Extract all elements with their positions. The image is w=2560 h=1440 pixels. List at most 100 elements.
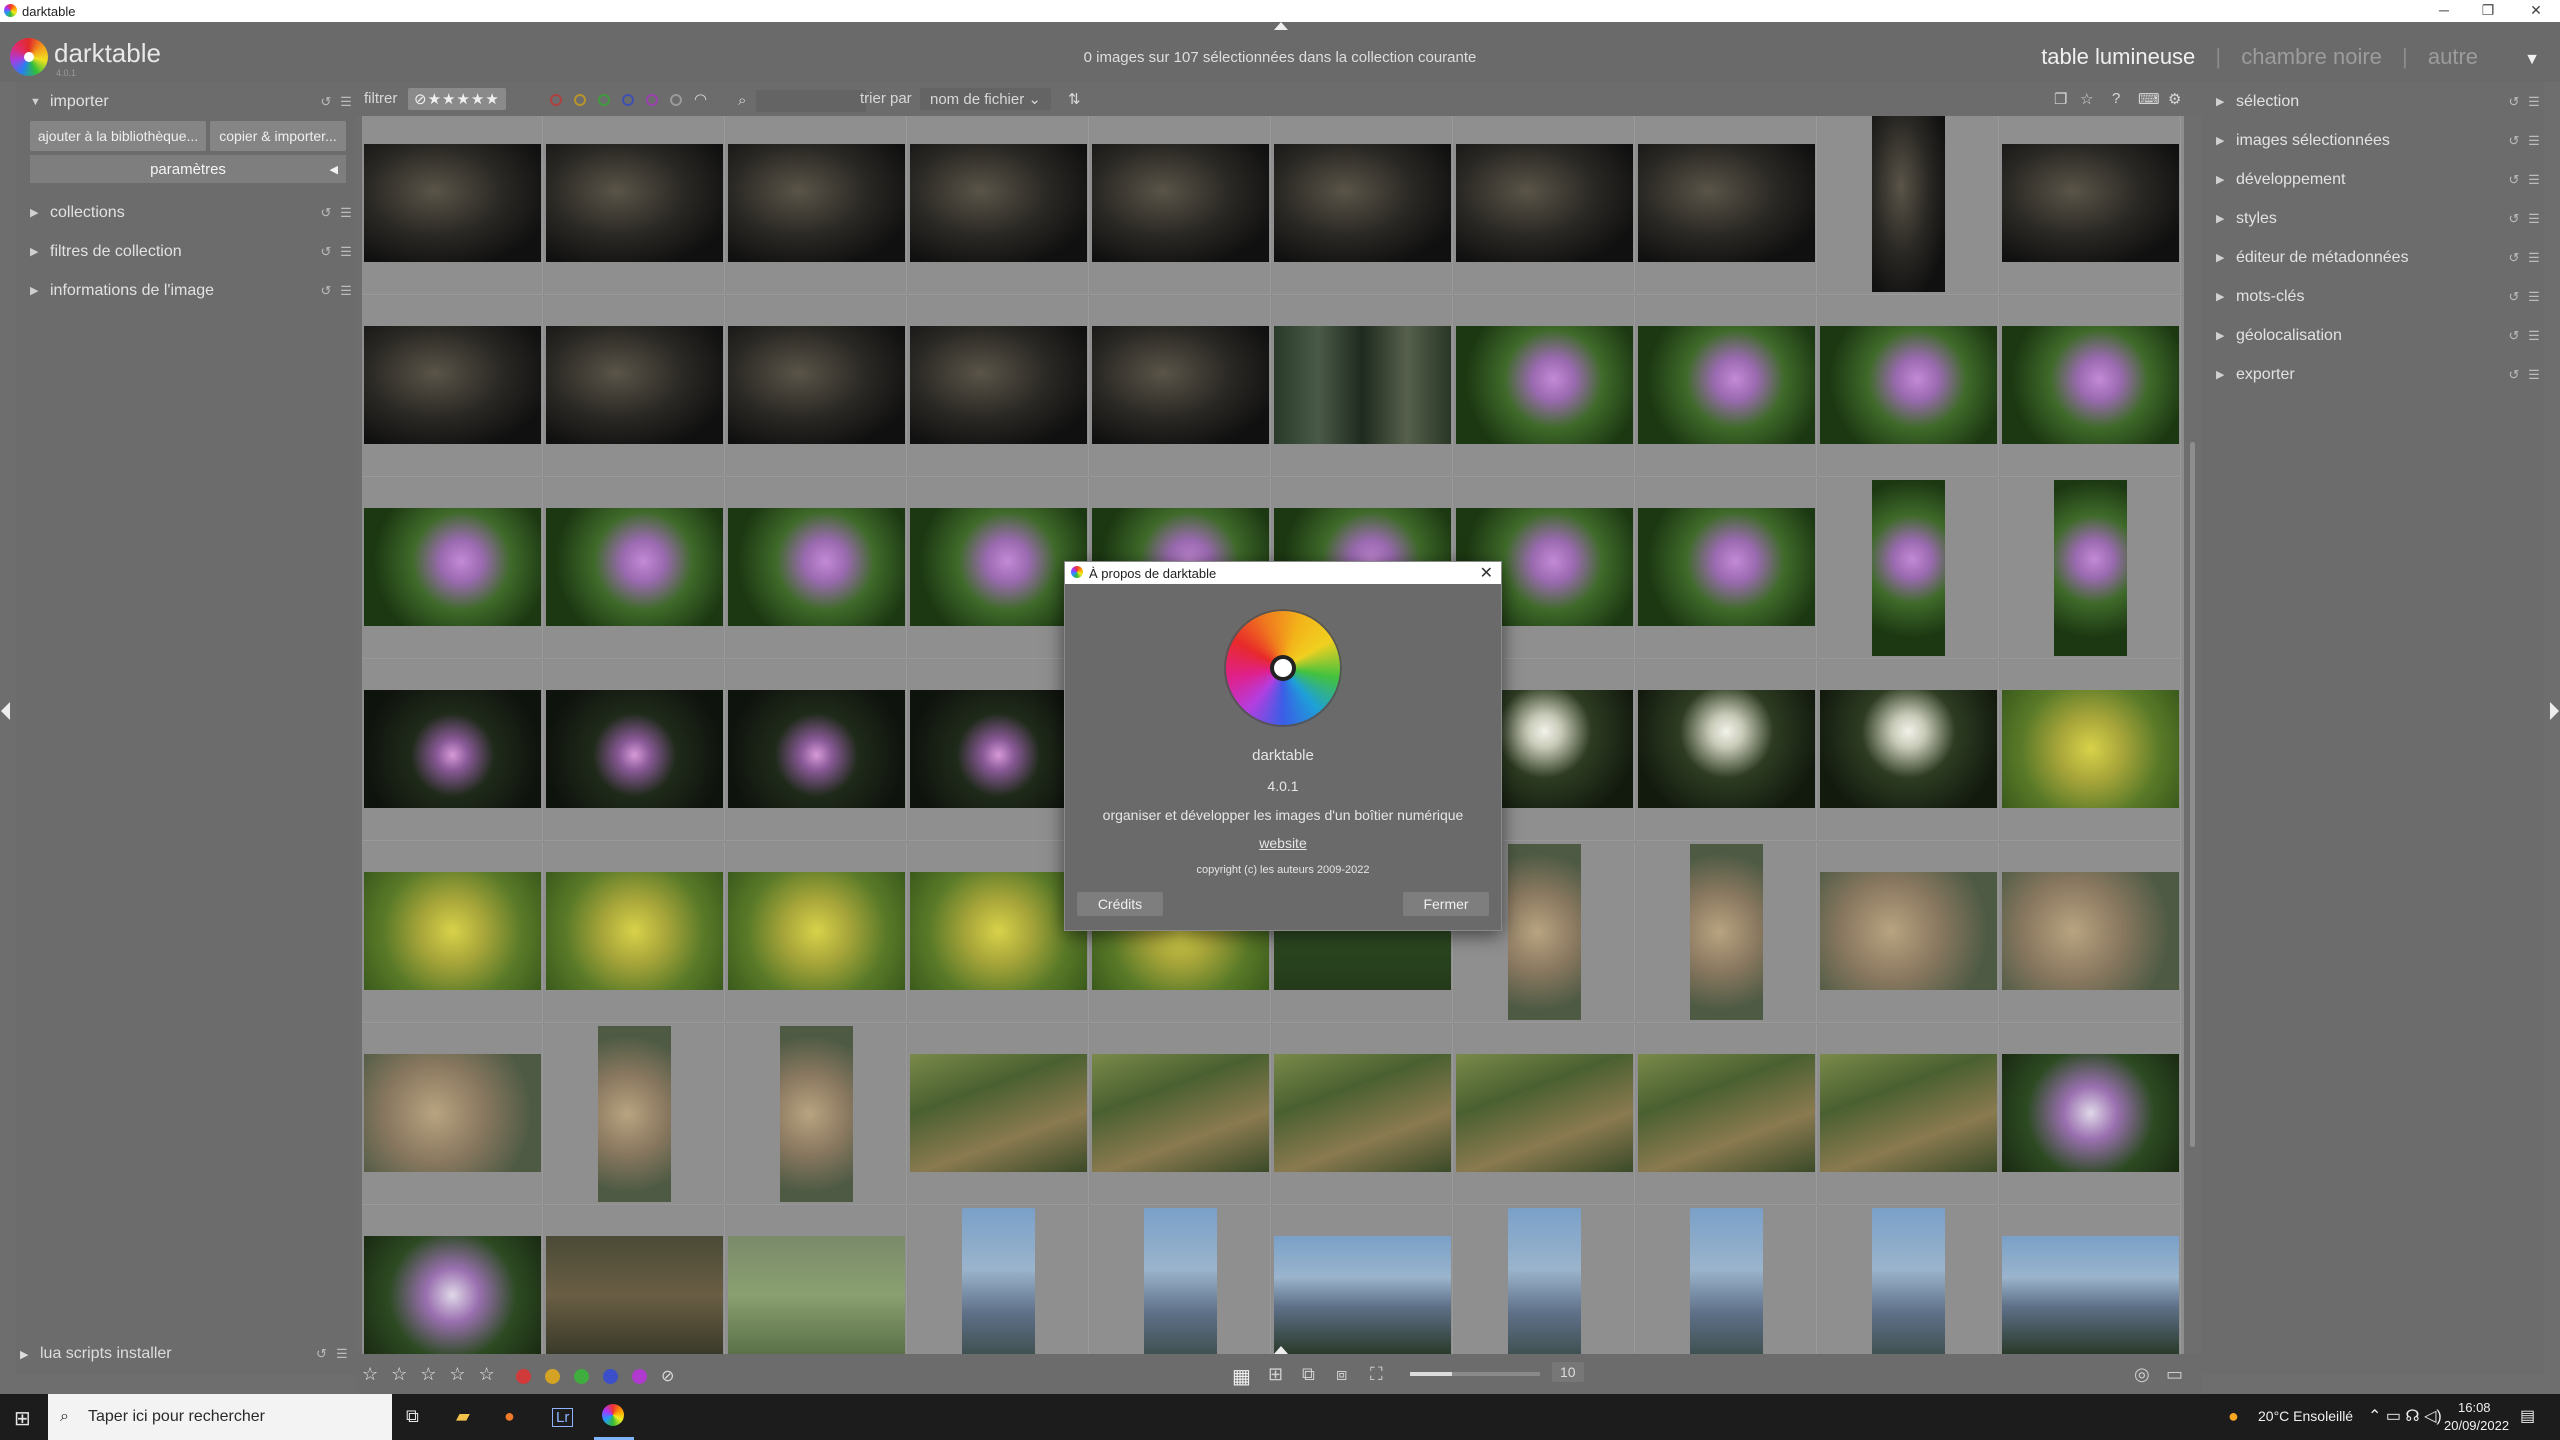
red-label-icon[interactable] — [550, 94, 562, 107]
thumbnail-cell[interactable] — [2000, 842, 2181, 1023]
culling-layout-icon[interactable]: ⧉ — [1302, 1364, 1315, 1385]
thumbnail-cell[interactable] — [908, 1206, 1089, 1374]
thumbnail-cell[interactable] — [1090, 1024, 1271, 1205]
presets-icon[interactable]: ☰ — [2524, 328, 2544, 344]
thumbnail-cell[interactable] — [1818, 660, 1999, 841]
preferences-gear-icon[interactable]: ⚙ — [2168, 90, 2181, 108]
module-export[interactable]: ▶ exporter ↺ ☰ — [2202, 355, 2544, 394]
thumbnail-cell[interactable] — [1454, 1206, 1635, 1374]
yellow-label-button[interactable] — [545, 1368, 560, 1384]
thumbnail-cell[interactable] — [908, 660, 1089, 841]
presets-icon[interactable]: ☰ — [336, 94, 356, 110]
keyboard-shortcuts-icon[interactable]: ⌨ — [2138, 90, 2160, 108]
thumbnail-cell[interactable] — [908, 478, 1089, 659]
thumbnail-cell[interactable] — [1090, 296, 1271, 477]
thumbnail-cell[interactable] — [726, 1206, 907, 1374]
blue-label-icon[interactable] — [622, 94, 634, 107]
thumbnail-cell[interactable] — [544, 842, 725, 1023]
close-window-button[interactable]: ✕ — [2516, 0, 2556, 22]
thumbnail-cell[interactable] — [908, 1024, 1089, 1205]
task-view-icon[interactable]: ⧉ — [406, 1406, 419, 1427]
reset-icon[interactable]: ↺ — [2504, 289, 2524, 305]
reset-icon[interactable]: ↺ — [2504, 328, 2524, 344]
lightroom-icon[interactable]: Lr — [552, 1408, 574, 1427]
thumbnail-cell[interactable] — [544, 1206, 725, 1374]
thumbnail-cell[interactable] — [726, 842, 907, 1023]
green-label-icon[interactable] — [598, 94, 610, 107]
collapse-top-panel-icon[interactable] — [1274, 22, 1288, 30]
thumbnail-cell[interactable] — [544, 1024, 725, 1205]
thumbnail-cell[interactable] — [1272, 116, 1453, 295]
presets-icon[interactable]: ☰ — [2524, 133, 2544, 149]
and-or-icon[interactable]: ◠ — [694, 91, 707, 108]
thumbnail-cell[interactable] — [1090, 116, 1271, 295]
thumbnail-cell[interactable] — [362, 116, 543, 295]
collapse-bottom-panel-icon[interactable] — [1274, 1346, 1288, 1354]
module-lua-scripts-installer[interactable]: ▶ lua scripts installer ↺ ☰ — [16, 1334, 356, 1374]
thumbnail-cell[interactable] — [908, 296, 1089, 477]
thumbnail-cell[interactable] — [1636, 842, 1817, 1023]
text-search[interactable]: ⌕ — [738, 90, 867, 112]
thumbnail-cell[interactable] — [544, 660, 725, 841]
display-profile-icon[interactable]: ▭ — [2166, 1364, 2183, 1385]
module-import[interactable]: ▼ importer ↺ ☰ — [16, 82, 356, 121]
presets-icon[interactable]: ☰ — [2524, 94, 2544, 110]
view-lighttable[interactable]: table lumineuse — [2041, 44, 2195, 69]
thumbnail-cell[interactable] — [362, 660, 543, 841]
thumbnail-cell[interactable] — [1636, 1024, 1817, 1205]
collapse-right-panel-icon[interactable] — [2550, 702, 2559, 720]
thumbnail-cell[interactable] — [1090, 1206, 1271, 1374]
thumbnail-cell[interactable] — [726, 478, 907, 659]
presets-icon[interactable]: ☰ — [2524, 367, 2544, 383]
search-input[interactable] — [756, 90, 867, 112]
reset-icon[interactable]: ↺ — [2504, 211, 2524, 227]
rating-filter[interactable]: ⊘★★★★★ — [408, 88, 506, 110]
thumbnail-cell[interactable] — [1818, 478, 1999, 659]
windows-start-icon[interactable]: ⊞ — [14, 1406, 31, 1431]
restore-button[interactable]: ❐ — [2468, 0, 2508, 22]
thumbnail-cell[interactable] — [2000, 296, 2181, 477]
firefox-icon[interactable]: ● — [504, 1406, 515, 1427]
thumbnail-cell[interactable] — [1636, 296, 1817, 477]
reset-icon[interactable]: ↺ — [2504, 94, 2524, 110]
minimize-button[interactable]: ─ — [2424, 0, 2464, 22]
thumbnail-cell[interactable] — [726, 296, 907, 477]
thumbnail-cell[interactable] — [362, 1024, 543, 1205]
clear-labels-icon[interactable]: ⊘ — [661, 1368, 674, 1385]
reset-icon[interactable]: ↺ — [316, 205, 336, 221]
credits-button[interactable]: Crédits — [1077, 892, 1163, 916]
module-tagging[interactable]: ▶ mots-clés ↺ ☰ — [2202, 277, 2544, 316]
module-styles[interactable]: ▶ styles ↺ ☰ — [2202, 199, 2544, 238]
help-icon[interactable]: ? — [2112, 90, 2120, 107]
reset-icon[interactable]: ↺ — [316, 94, 336, 110]
views-dropdown-icon[interactable]: ▼ — [2524, 51, 2540, 68]
thumbnail-cell[interactable] — [1272, 1024, 1453, 1205]
close-dialog-button[interactable]: Fermer — [1403, 892, 1489, 916]
thumbnail-cell[interactable] — [908, 842, 1089, 1023]
reset-icon[interactable]: ↺ — [316, 1346, 336, 1362]
thumbnail-cell[interactable] — [2000, 660, 2181, 841]
zoom-entry[interactable]: 10 — [1552, 1362, 1584, 1382]
thumbnail-cell[interactable] — [1636, 478, 1817, 659]
yellow-label-icon[interactable] — [574, 94, 586, 107]
thumbnail-cell[interactable] — [2000, 116, 2181, 295]
thumbnail-cell[interactable] — [1454, 296, 1635, 477]
darktable-taskbar-icon[interactable] — [602, 1404, 624, 1426]
presets-icon[interactable]: ☰ — [2524, 211, 2544, 227]
view-other[interactable]: autre — [2428, 44, 2478, 69]
reset-icon[interactable]: ↺ — [2504, 133, 2524, 149]
copy-import-button[interactable]: copier & importer... — [210, 121, 346, 151]
thumbnail-cell[interactable] — [362, 478, 543, 659]
thumbnail-cell[interactable] — [2000, 478, 2181, 659]
grouping-icon[interactable]: ❐ — [2054, 90, 2067, 108]
thumbnail-cell[interactable] — [726, 1024, 907, 1205]
weather-text[interactable]: 20°C Ensoleillé — [2258, 1408, 2353, 1424]
focus-peaking-icon[interactable]: ◎ — [2134, 1364, 2150, 1385]
module-metadata-editor[interactable]: ▶ éditeur de métadonnées ↺ ☰ — [2202, 238, 2544, 277]
thumbnail-cell[interactable] — [544, 478, 725, 659]
thumbnail-cell[interactable] — [544, 296, 725, 477]
thumbnail-cell[interactable] — [726, 660, 907, 841]
close-icon[interactable]: ✕ — [1480, 563, 1493, 583]
thumbnail-cell[interactable] — [1818, 116, 1999, 295]
thumbnail-cell[interactable] — [362, 296, 543, 477]
